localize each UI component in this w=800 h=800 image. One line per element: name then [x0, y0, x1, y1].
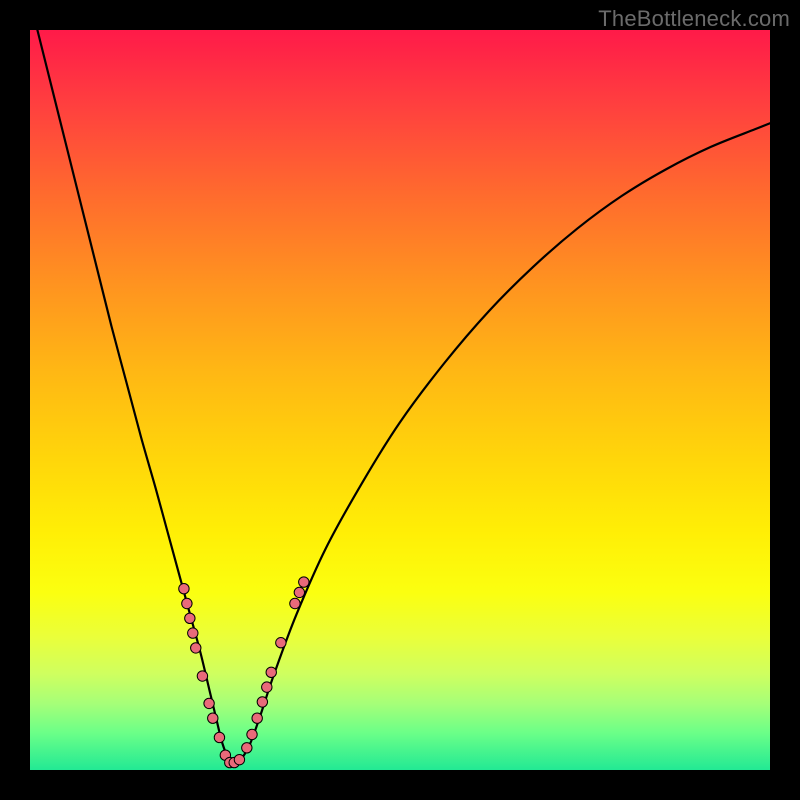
data-marker: [252, 713, 262, 723]
data-marker: [185, 613, 195, 623]
watermark-text: TheBottleneck.com: [598, 6, 790, 32]
data-marker: [247, 729, 257, 739]
bottleneck-curve: [37, 30, 770, 764]
marker-group: [179, 577, 309, 768]
data-marker: [257, 697, 267, 707]
data-marker: [191, 643, 201, 653]
data-marker: [299, 577, 309, 587]
outer-frame: TheBottleneck.com: [0, 0, 800, 800]
data-marker: [204, 698, 214, 708]
data-marker: [242, 743, 252, 753]
plot-area: [30, 30, 770, 770]
data-marker: [197, 671, 207, 681]
data-marker: [179, 584, 189, 594]
data-marker: [276, 638, 286, 648]
data-marker: [262, 682, 272, 692]
data-marker: [214, 732, 224, 742]
data-marker: [188, 628, 198, 638]
data-marker: [266, 667, 276, 677]
data-marker: [290, 598, 300, 608]
chart-svg: [30, 30, 770, 770]
data-marker: [208, 713, 218, 723]
data-marker: [182, 598, 192, 608]
data-marker: [294, 587, 304, 597]
data-marker: [234, 754, 244, 764]
